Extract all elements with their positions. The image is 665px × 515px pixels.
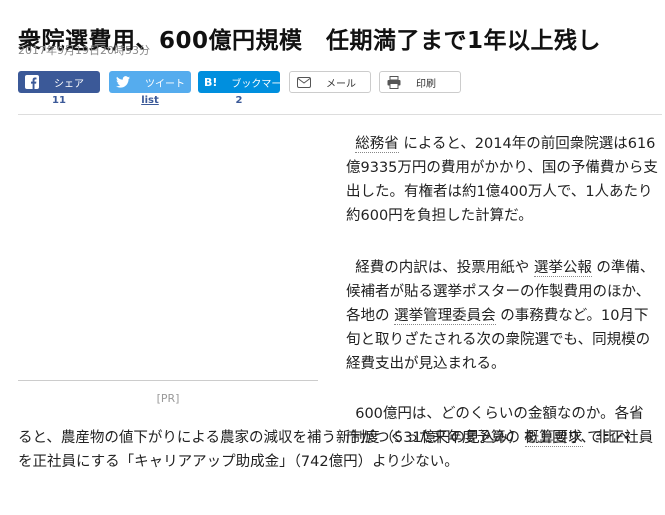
twitter-list-link[interactable]: list bbox=[109, 95, 191, 106]
mail-button[interactable]: メール bbox=[289, 71, 371, 93]
printer-icon bbox=[386, 75, 402, 89]
hatena-bookmark-count[interactable]: 2 bbox=[198, 95, 280, 106]
facebook-share-label: シェア bbox=[54, 78, 84, 90]
hatena-bookmark-button[interactable]: B! ブックマーク bbox=[198, 71, 291, 93]
advertisement-area[interactable] bbox=[18, 128, 318, 381]
print-button[interactable]: 印刷 bbox=[379, 71, 461, 93]
facebook-icon bbox=[24, 75, 40, 89]
paragraph-2-text-a: 経費の内訳は、投票用紙や bbox=[355, 260, 534, 276]
article-paragraph-2: 経費の内訳は、投票用紙や 選挙公報 の準備、候補者が貼る選挙ポスターの作製費用の… bbox=[346, 256, 658, 376]
section-divider bbox=[18, 114, 662, 115]
hatena-bookmark-icon: B! bbox=[204, 75, 218, 89]
print-label: 印刷 bbox=[416, 78, 436, 90]
keyword-link-somusho[interactable]: 総務省 bbox=[355, 136, 399, 153]
article-paragraph-1: 総務省 によると、2014年の前回衆院選は616億9335万円の費用がかかり、国… bbox=[346, 132, 658, 228]
keyword-link-senkyo-koho[interactable]: 選挙公報 bbox=[533, 260, 592, 277]
hatena-bookmark-label: ブックマーク bbox=[231, 78, 292, 90]
article-paragraph-3-continued: ると、農産物の値下がりによる農家の減収を補う新制度（531億円の見込み）を上回り… bbox=[18, 430, 654, 470]
ad-label: [PR] bbox=[156, 392, 180, 405]
keyword-link-senkan-iinkai[interactable]: 選挙管理委員会 bbox=[394, 308, 496, 325]
twitter-bird-icon bbox=[115, 75, 131, 89]
mail-label: メール bbox=[326, 78, 356, 90]
facebook-share-count[interactable]: 11 bbox=[18, 95, 100, 106]
facebook-share-button[interactable]: シェア bbox=[18, 71, 100, 93]
article-date: 2017年9月19日20時53分 bbox=[18, 44, 150, 57]
twitter-tweet-button[interactable]: ツイート bbox=[109, 71, 191, 93]
mail-icon bbox=[296, 75, 312, 89]
twitter-tweet-label: ツイート bbox=[145, 78, 185, 90]
share-bar: シェア ツイート B! ブックマーク メール 印刷 11 list 2 bbox=[18, 71, 468, 111]
